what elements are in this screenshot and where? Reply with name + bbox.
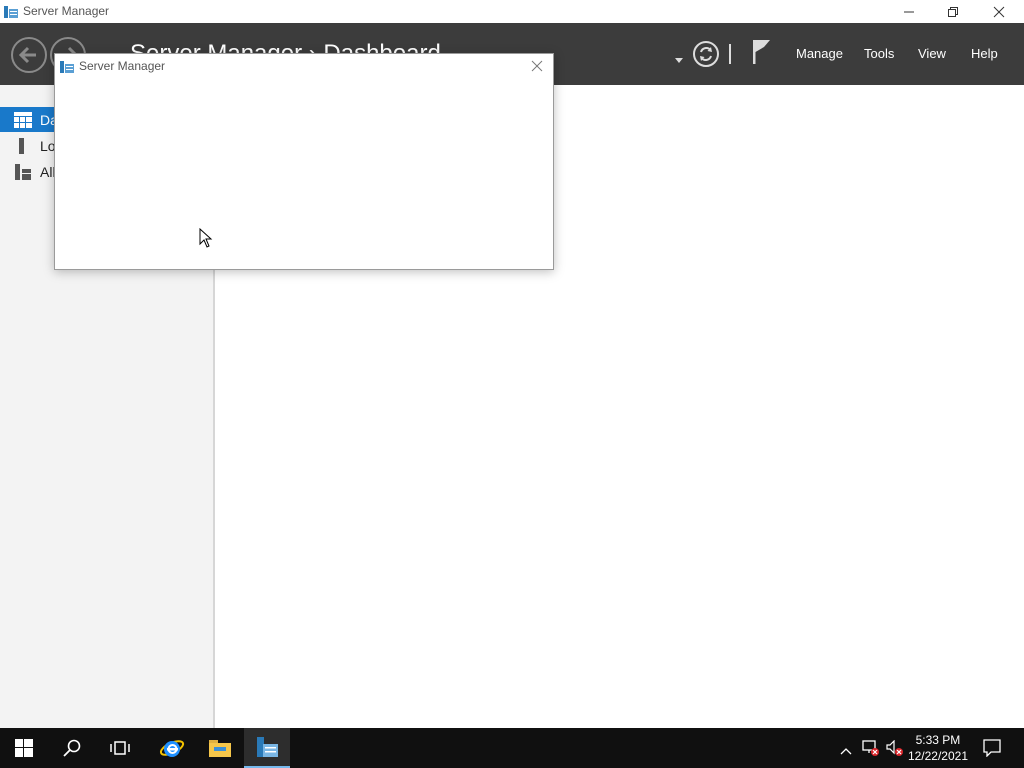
menu-help[interactable]: Help [971, 46, 998, 61]
server-manager-dialog: Server Manager [54, 53, 554, 270]
internet-explorer-button[interactable] [148, 728, 196, 768]
back-button[interactable] [11, 37, 47, 73]
taskbar: 5:33 PM 12/22/2021 [0, 728, 1024, 768]
server-manager-taskbar-button[interactable] [244, 728, 290, 768]
window-titlebar: Server Manager [0, 0, 1024, 23]
separator [729, 44, 732, 69]
back-arrow-icon [18, 46, 36, 64]
minimize-button[interactable] [886, 0, 932, 23]
refresh-icon[interactable] [692, 40, 720, 73]
dialog-close-button[interactable] [527, 57, 547, 75]
clock-time: 5:33 PM [915, 733, 961, 747]
dashboard-grid-icon [14, 112, 32, 128]
mouse-cursor-icon [199, 227, 213, 253]
volume-muted-icon[interactable] [886, 739, 904, 761]
server-manager-icon [3, 4, 19, 20]
notifications-icon[interactable] [983, 739, 1001, 762]
dialog-title: Server Manager [79, 59, 166, 73]
notifications-flag-icon[interactable] [752, 39, 772, 70]
search-icon [63, 739, 81, 757]
internet-explorer-icon [159, 740, 185, 757]
restore-icon [948, 6, 958, 17]
minimize-icon [904, 11, 914, 12]
close-icon [531, 60, 543, 72]
window-title: Server Manager [23, 4, 110, 18]
dropdown-arrow-icon[interactable] [675, 51, 683, 69]
local-server-icon [14, 138, 32, 154]
file-explorer-button[interactable] [196, 728, 244, 768]
start-button[interactable] [0, 728, 48, 768]
show-hidden-icons-icon[interactable] [840, 742, 852, 760]
menu-view[interactable]: View [918, 46, 946, 61]
file-explorer-icon [209, 740, 231, 757]
close-icon [993, 6, 1005, 17]
system-clock[interactable]: 5:33 PM 12/22/2021 [908, 732, 968, 764]
menu-tools[interactable]: Tools [864, 46, 894, 61]
restore-button[interactable] [930, 0, 976, 23]
search-button[interactable] [48, 728, 96, 768]
start-icon [15, 739, 33, 757]
task-view-button[interactable] [96, 728, 144, 768]
close-button[interactable] [976, 0, 1022, 23]
network-error-icon[interactable] [862, 740, 880, 761]
all-servers-icon [14, 164, 32, 180]
task-view-icon [110, 741, 130, 755]
server-manager-icon [59, 59, 75, 75]
clock-date: 12/22/2021 [907, 749, 968, 763]
server-manager-icon [257, 737, 278, 757]
menu-manage[interactable]: Manage [796, 46, 843, 61]
